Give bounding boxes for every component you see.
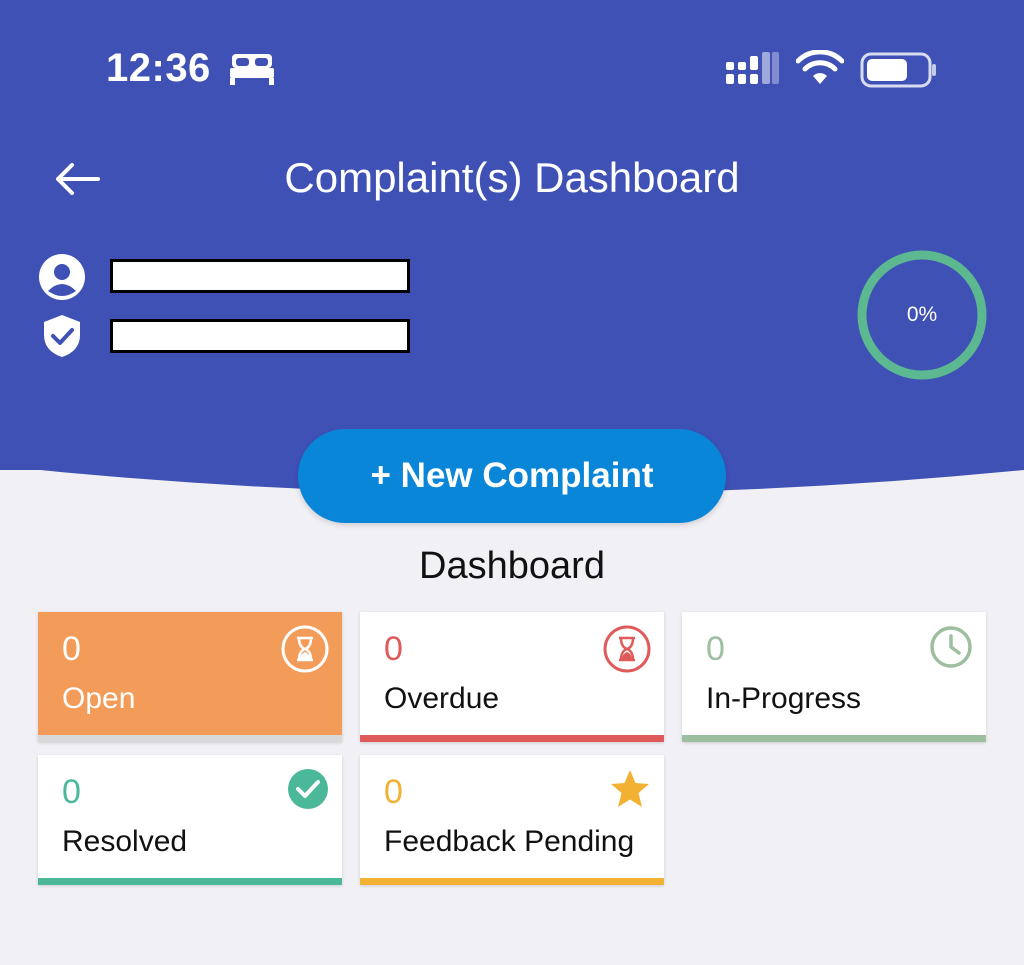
bed-icon [230,54,274,85]
card-open[interactable]: 0 Open [38,612,342,742]
card-count: 0 [384,773,403,811]
check-circle-icon [288,769,328,809]
page-title: Complaint(s) Dashboard [284,154,740,201]
card-label: Open [62,682,136,715]
user-id-redacted [110,319,410,353]
card-overdue[interactable]: 0 Overdue [360,612,664,742]
card-label: In-Progress [706,682,862,715]
new-complaint-button[interactable]: + New Complaint [298,429,726,523]
card-count: 0 [62,773,81,811]
user-name-redacted [110,259,410,293]
card-in-progress[interactable]: 0 In-Progress [682,612,986,742]
hourglass-icon [281,625,329,673]
clock-icon [930,626,972,668]
card-count: 0 [706,630,725,668]
card-bar [38,735,342,742]
user-icon [39,254,85,300]
card-feedback-pending[interactable]: 0 Feedback Pending [360,755,664,885]
card-bar [682,735,986,742]
card-count: 0 [62,630,81,668]
card-bar [38,878,342,885]
status-time: 12:36 [106,46,211,90]
progress-label: 0% [906,303,938,326]
wifi-icon [796,50,844,84]
battery-icon [860,52,936,88]
card-bar [360,735,664,742]
shield-check-icon [44,315,80,357]
card-label: Overdue [384,682,500,715]
signal-icon [726,52,779,84]
card-count: 0 [384,630,403,668]
hourglass-icon [603,625,651,673]
card-bar [360,878,664,885]
card-resolved[interactable]: 0 Resolved [38,755,342,885]
card-label: Resolved [62,825,188,858]
card-label: Feedback Pending [384,825,635,858]
dashboard-title: Dashboard [419,545,605,587]
star-icon [611,770,649,807]
